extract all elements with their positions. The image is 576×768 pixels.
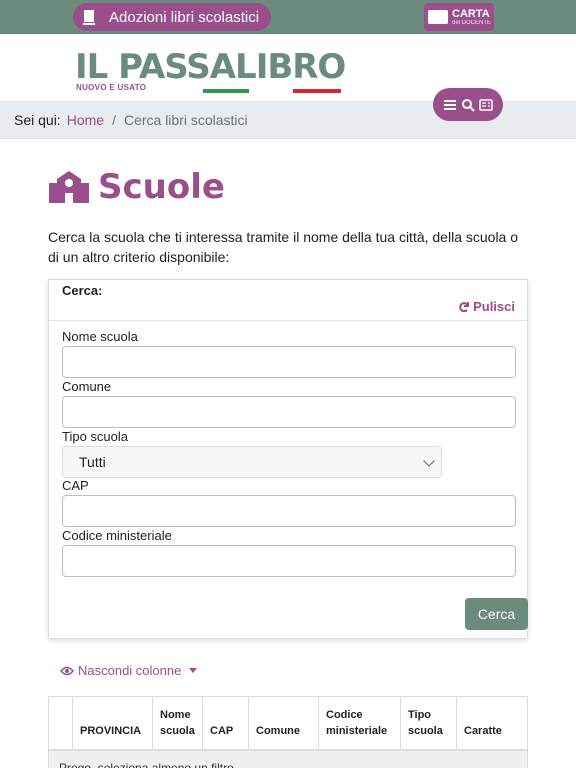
card-icon xyxy=(428,10,448,24)
nome-scuola-input[interactable] xyxy=(62,346,516,378)
breadcrumb-home-link[interactable]: Home xyxy=(67,112,104,128)
logo-title: IL PASSALIBRO xyxy=(75,47,346,87)
column-header-caratteristiche[interactable]: Caratte xyxy=(457,697,527,749)
site-header: IL PASSALIBRO NUOVO E USATO xyxy=(0,34,576,121)
intro-text: Cerca la scuola che ti interessa tramite… xyxy=(48,229,519,265)
page-title: Scuole xyxy=(48,167,528,207)
breadcrumb-separator: / xyxy=(112,112,116,128)
menu-search-button[interactable] xyxy=(433,88,503,121)
adozioni-button[interactable]: Adozioni libri scolastici xyxy=(73,3,271,31)
column-header-provincia[interactable]: PROVINCIA xyxy=(73,697,153,749)
comune-input[interactable] xyxy=(62,396,516,428)
breadcrumb-current: Cerca libri scolastici xyxy=(123,112,248,128)
logo-flag-green xyxy=(203,89,249,93)
codice-ministeriale-label: Codice ministeriale xyxy=(62,528,172,543)
school-icon xyxy=(49,171,89,203)
column-header-select[interactable] xyxy=(49,697,73,749)
results-table: PROVINCIA Nome scuola CAP Comune Codice … xyxy=(48,696,528,768)
column-header-cap[interactable]: CAP xyxy=(203,697,249,749)
nome-scuola-label: Nome scuola xyxy=(62,329,138,344)
site-logo[interactable]: IL PASSALIBRO NUOVO E USATO xyxy=(75,47,350,93)
breadcrumb-label: Sei qui: xyxy=(14,112,61,128)
search-submit-button[interactable]: Cerca xyxy=(465,598,528,630)
column-header-comune[interactable]: Comune xyxy=(249,697,319,749)
tipo-scuola-value: Tutti xyxy=(79,454,106,470)
carta-docente-button[interactable]: CARTA del DOCENTE xyxy=(424,3,494,31)
main-content: Scuole Cerca la scuola che ti interessa … xyxy=(0,167,576,768)
top-bar: Adozioni libri scolastici CARTA del DOCE… xyxy=(0,0,576,34)
column-header-codice-ministeriale[interactable]: Codice ministeriale xyxy=(319,697,401,749)
carta-text: CARTA del DOCENTE xyxy=(452,7,492,26)
tipo-scuola-label: Tipo scuola xyxy=(62,429,128,444)
logo-subtitle: NUOVO E USATO xyxy=(76,83,147,92)
menu-icon xyxy=(444,99,456,110)
cap-input[interactable] xyxy=(62,495,516,527)
search-card: Cerca: Pulisci Nome scuola Comune Tipo s… xyxy=(48,279,528,639)
carta-main-label: CARTA xyxy=(452,7,490,20)
column-header-nome-scuola[interactable]: Nome scuola xyxy=(153,697,203,749)
codice-ministeriale-input[interactable] xyxy=(62,545,516,577)
logo-flag-red xyxy=(293,89,341,93)
table-header: PROVINCIA Nome scuola CAP Comune Codice … xyxy=(49,697,527,751)
book-icon xyxy=(83,10,95,25)
hide-columns-toggle[interactable]: Nascondi colonne xyxy=(60,663,528,678)
comune-label: Comune xyxy=(62,379,112,394)
search-heading: Cerca: xyxy=(62,283,103,298)
chevron-down-icon xyxy=(423,455,435,467)
tipo-scuola-select[interactable]: Tutti xyxy=(62,446,442,478)
cap-label: CAP xyxy=(62,478,89,493)
id-card-icon xyxy=(479,98,493,111)
table-empty-message: Prego, seleziona almeno un filtro xyxy=(49,751,527,768)
refresh-icon xyxy=(459,301,470,312)
adozioni-label: Adozioni libri scolastici xyxy=(109,8,260,26)
clear-button[interactable]: Pulisci xyxy=(458,299,515,314)
page-heading: Scuole xyxy=(98,167,225,207)
search-card-header: Cerca: Pulisci xyxy=(49,280,527,321)
search-icon xyxy=(462,98,475,112)
hide-columns-label: Nascondi colonne xyxy=(78,663,182,678)
column-header-tipo-scuola[interactable]: Tipo scuola xyxy=(401,697,457,749)
eye-icon xyxy=(60,666,74,675)
clear-label: Pulisci xyxy=(473,299,515,314)
carta-sub-label: del DOCENTE xyxy=(452,19,492,26)
caret-down-icon xyxy=(189,668,198,673)
